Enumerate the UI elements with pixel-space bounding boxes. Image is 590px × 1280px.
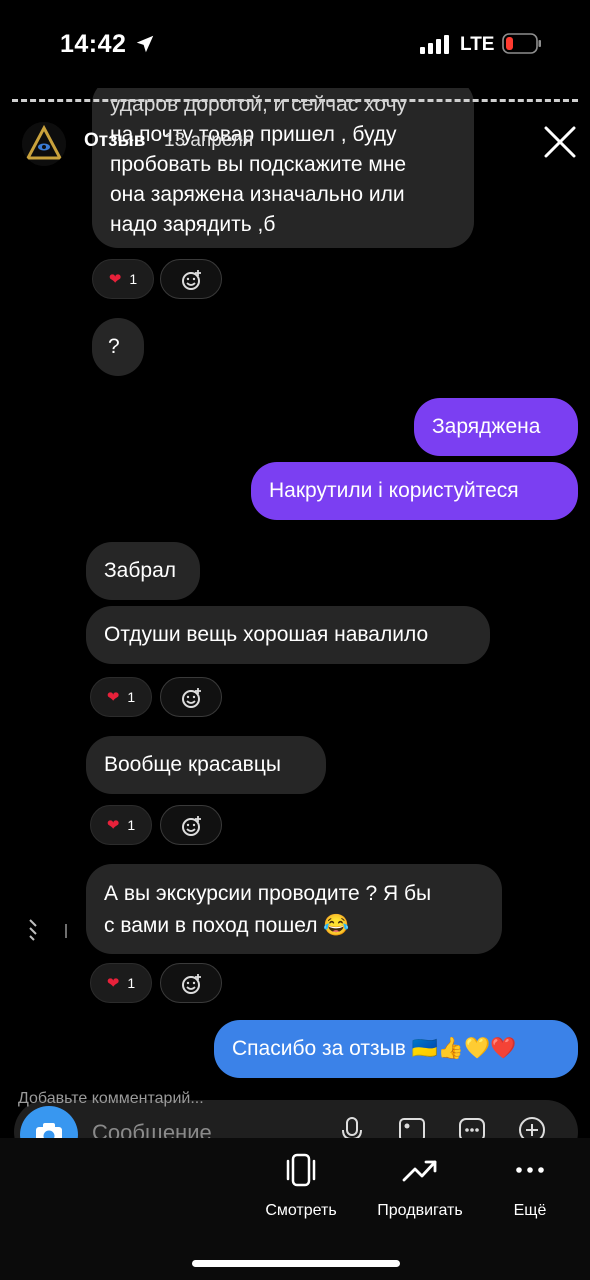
promote-label: Продвигать [377,1202,463,1219]
more-button[interactable]: Ещё [470,1150,590,1240]
bottom-action-bar: Смотреть Продвигать Ещё [0,1138,590,1280]
watch-icon [286,1153,316,1187]
heart-icon: ❤ [106,975,120,992]
message-bubble-reply: Спасибо за отзыв 🇺🇦👍💛❤️ [214,1020,578,1078]
status-bar: 14:42 LTE [0,0,590,88]
heart-icon: ❤ [106,689,120,706]
more-label: Ещё [513,1202,547,1219]
message-text: ? [108,335,120,358]
message-bubble-incoming: Забрал [86,542,200,600]
message-bubble-incoming: А вы экскурсии проводите ? Я бы с вами в… [86,864,502,954]
heart-icon: ❤ [108,271,122,288]
add-reaction-button[interactable] [160,677,222,717]
heart-reaction[interactable]: ❤ 1 [90,805,152,845]
smile-plus-icon [182,688,201,708]
add-reaction-button[interactable] [160,963,222,1003]
message-text: Накрутили і користуйтеся [269,479,519,502]
cellular-signal-icon [420,35,449,54]
watch-button[interactable]: Смотреть [241,1150,361,1240]
heart-icon: ❤ [106,817,120,834]
add-reaction-button[interactable] [160,259,222,299]
heart-reaction[interactable]: ❤ 1 [90,677,152,717]
message-line: надо зарядить ,б [110,213,276,236]
message-text: Вообще красавцы [104,753,281,776]
message-bubble-incoming: ? [92,318,144,376]
add-reaction-button[interactable] [160,805,222,845]
message-line: с вами в поход пошел 😂 [104,914,350,937]
smile-plus-icon [182,816,201,836]
story-date: 13 апреля [164,130,254,151]
message-bubble-incoming: Вообще красавцы [86,736,326,794]
status-time: 14:42 [60,30,127,58]
heart-reaction[interactable]: ❤ 1 [92,259,154,299]
story-view[interactable]: Отзыв 13 апреля ударов дорогой, и сейчас… [0,88,590,1140]
trending-up-icon [402,1160,437,1182]
home-indicator[interactable] [192,1260,400,1267]
message-text: Заряджена [432,415,541,438]
message-text: Отдуши вещь хорошая навалило [104,623,429,646]
promote-button[interactable]: Продвигать [360,1150,480,1240]
story-progress-bar [12,99,578,102]
message-line: она заряжена изначально или [110,183,405,206]
battery-low-icon [502,33,541,54]
story-username[interactable]: Отзыв [84,130,145,152]
illuminati-logo-icon [22,122,66,166]
avatar[interactable] [22,122,66,166]
message-line: А вы экскурсии проводите ? Я бы [104,882,432,905]
sender-avatar-partial [29,919,67,941]
message-bubble-incoming: Отдуши вещь хорошая навалило [86,606,490,664]
heart-reaction[interactable]: ❤ 1 [90,963,152,1003]
watch-label: Смотреть [265,1202,337,1219]
message-bubble-outgoing: Заряджена [414,398,578,456]
smile-plus-icon [182,270,201,290]
smile-plus-icon [182,974,201,994]
message-text: Спасибо за отзыв 🇺🇦👍💛❤️ [232,1037,517,1060]
network-type: LTE [460,34,495,55]
more-dots-icon [516,1167,544,1173]
location-arrow-icon [136,35,154,53]
story-header: Отзыв 13 апреля [0,108,590,178]
close-icon[interactable] [542,124,578,160]
message-text: Забрал [104,559,177,582]
message-bubble-outgoing: Накрутили і користуйтеся [251,462,578,520]
